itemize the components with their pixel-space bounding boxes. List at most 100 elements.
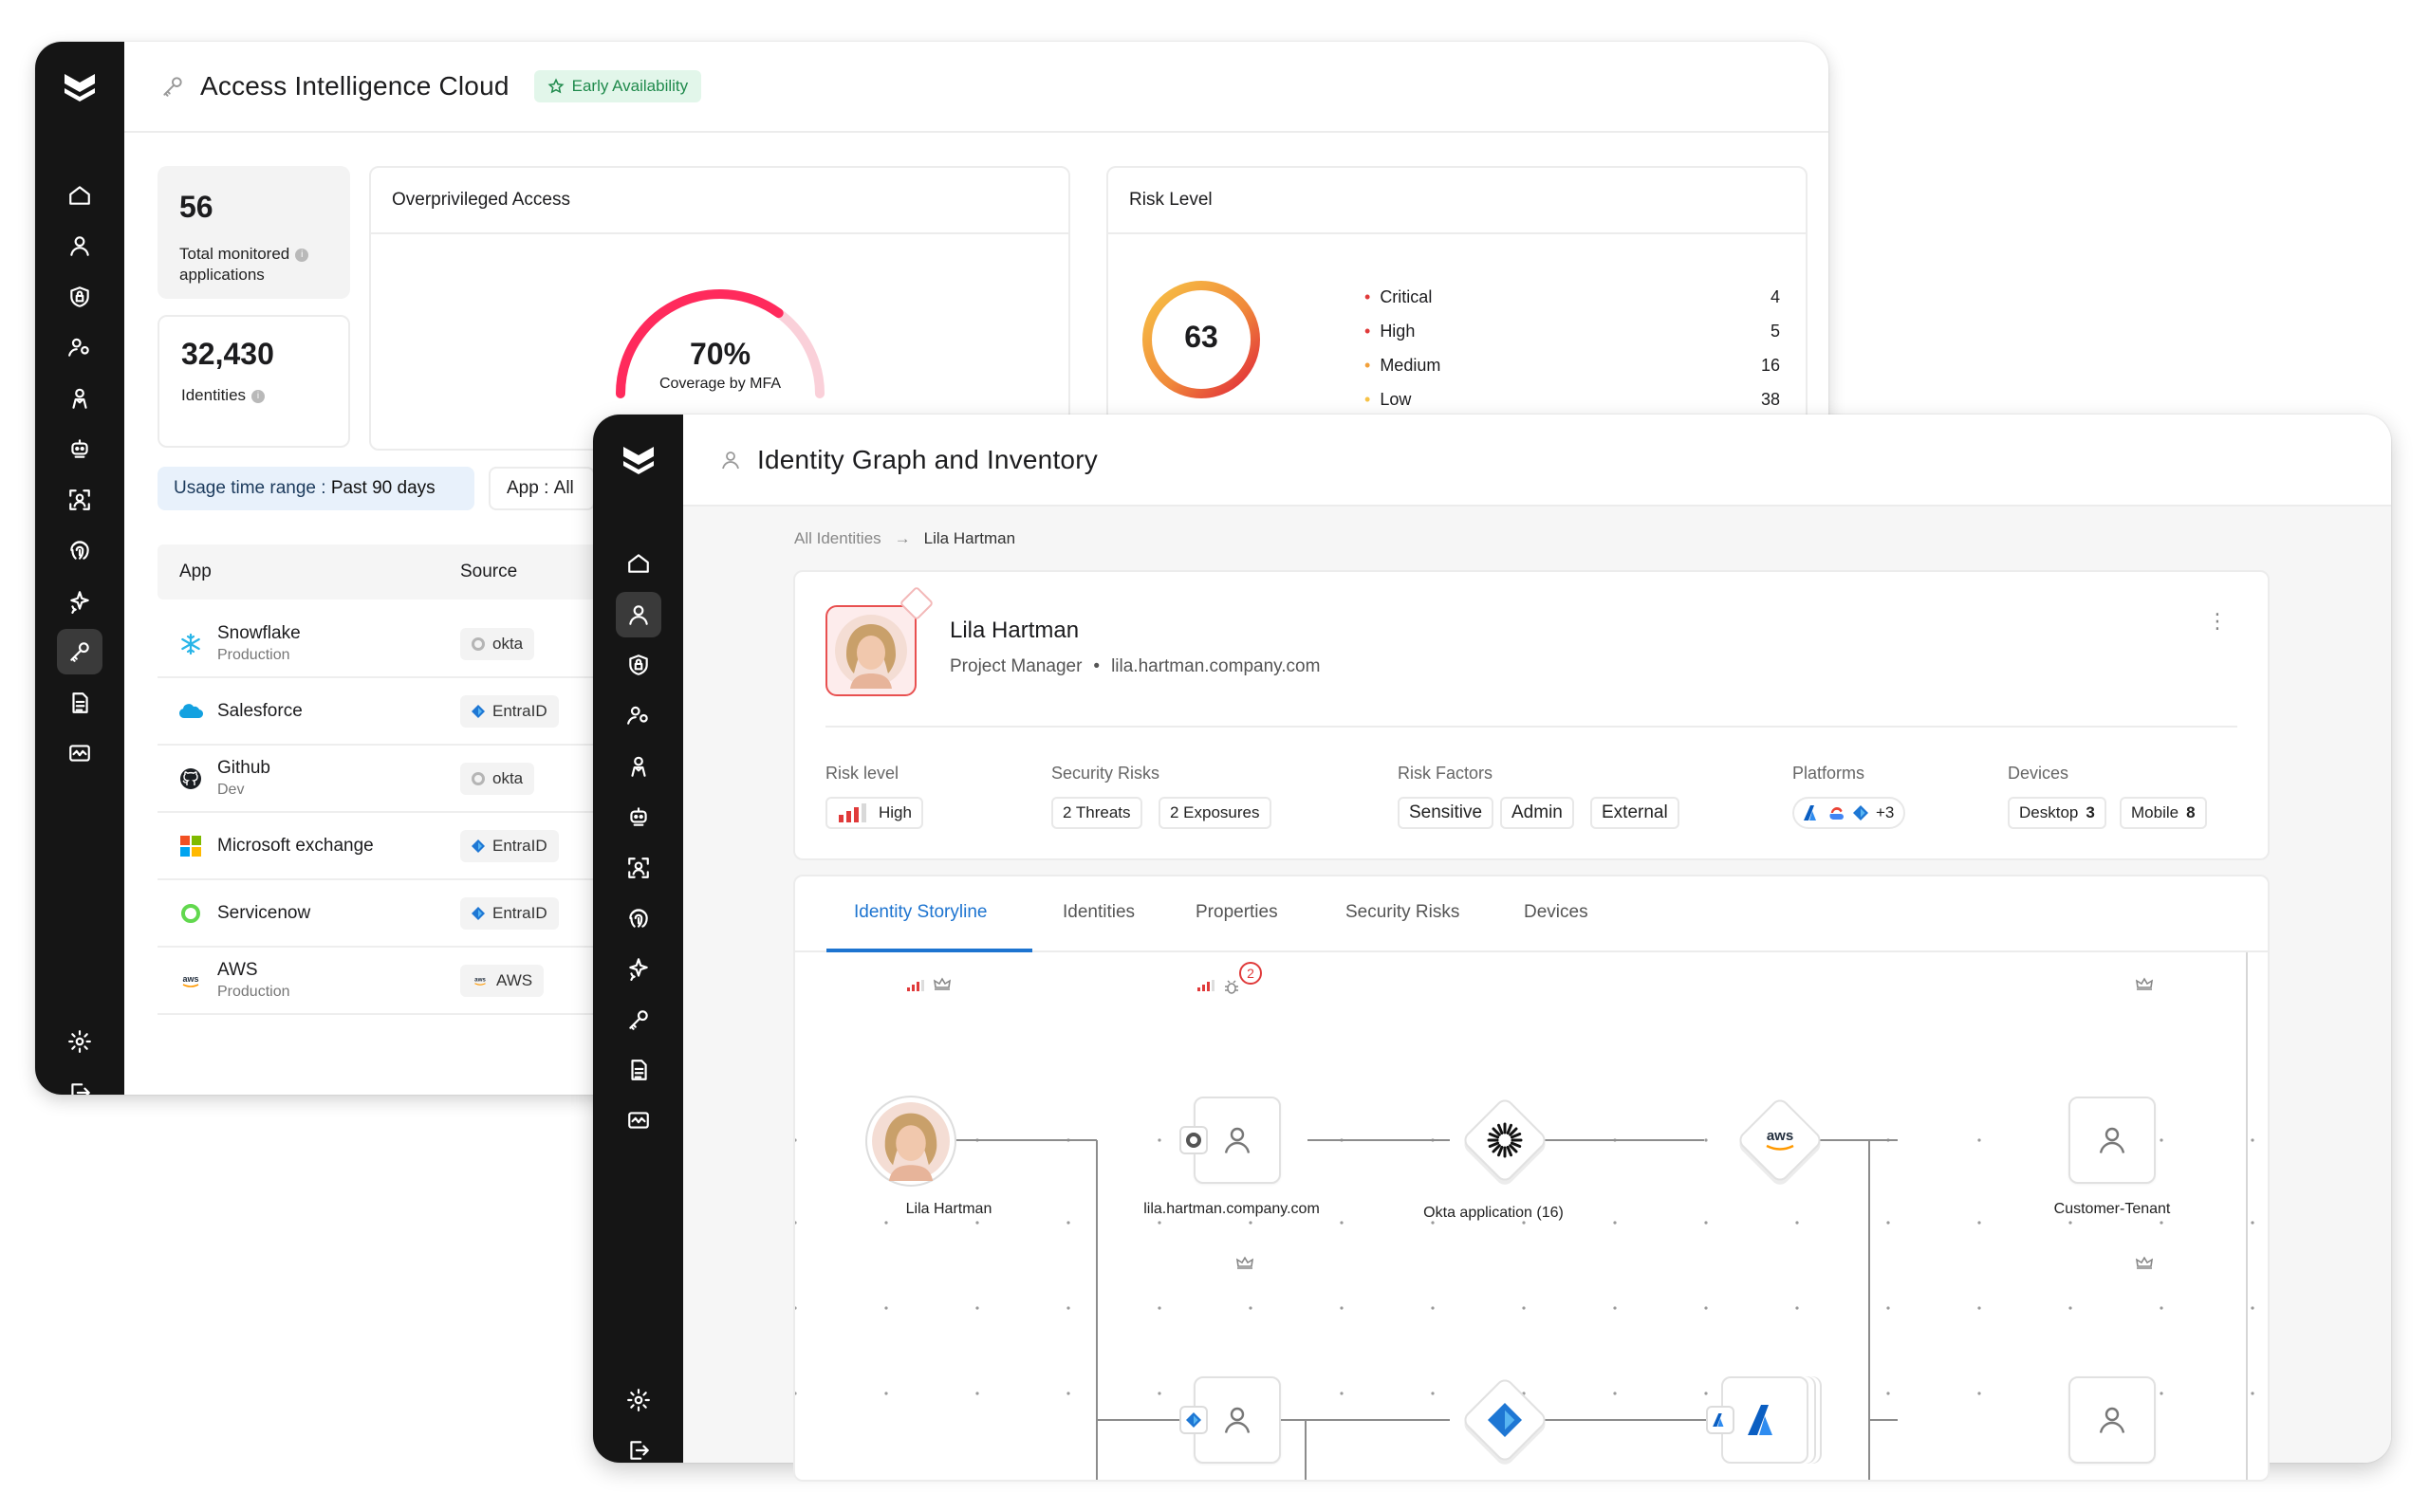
crown-icon <box>933 977 952 992</box>
source-badge: okta <box>460 627 535 660</box>
info-icon: i <box>295 248 309 262</box>
fingerprint-icon[interactable] <box>616 895 661 941</box>
table-row[interactable]: aws AWS Production aws AWS <box>158 948 660 1015</box>
graph-node-tenant-2[interactable] <box>2068 1376 2156 1464</box>
shield-icon[interactable] <box>57 274 102 320</box>
microsoft-icon <box>178 834 203 858</box>
shield-icon[interactable] <box>616 642 661 688</box>
gcp-icon <box>1829 807 1844 820</box>
breadcrumb-root[interactable]: All Identities <box>794 529 881 548</box>
azure-icon <box>1748 1405 1772 1435</box>
key-icon[interactable] <box>616 997 661 1042</box>
users-icon[interactable] <box>616 692 661 738</box>
risk-level-pill: High <box>825 797 923 829</box>
gear-icon[interactable] <box>616 1377 661 1423</box>
user-icon[interactable] <box>615 592 661 637</box>
tab-identities[interactable]: Identities <box>1063 902 1135 923</box>
mfa-caption: Coverage by MFA <box>658 376 782 392</box>
activity-icon[interactable] <box>616 1097 661 1143</box>
logo-icon <box>593 443 683 477</box>
table-row[interactable]: Github Dev okta <box>158 746 660 813</box>
stat-monitored-apps: 56 Total monitored i applications <box>158 166 350 299</box>
tab-identity-storyline[interactable]: Identity Storyline <box>854 902 987 923</box>
app-filter[interactable]: App : All <box>489 467 595 510</box>
sidebar <box>35 42 124 1095</box>
key-icon[interactable] <box>57 629 102 674</box>
status-badge: Early Availability <box>533 70 702 102</box>
storyline-card: Identity Storyline Identities Properties… <box>793 875 2270 1482</box>
table-row[interactable]: Microsoft exchange EntraID <box>158 813 660 880</box>
risk-row-medium: • Medium 16 <box>1364 355 1780 375</box>
okta-icon <box>472 636 485 651</box>
document-icon[interactable] <box>57 680 102 726</box>
signal-bars-icon <box>1196 980 1215 991</box>
logout-icon[interactable] <box>57 1070 102 1095</box>
person-icon[interactable] <box>616 744 661 789</box>
logout-icon[interactable] <box>616 1428 661 1463</box>
more-options-icon[interactable]: ⋮ <box>2207 611 2228 632</box>
svg-text:aws: aws <box>182 974 198 984</box>
entra-icon <box>472 906 485 920</box>
threats-pill[interactable]: 2 Threats <box>1051 797 1142 829</box>
time-range-filter[interactable]: Usage time range : Past 90 days <box>158 467 474 510</box>
crown-icon <box>1235 1256 1254 1271</box>
robot-icon[interactable] <box>616 794 661 839</box>
table-row[interactable]: Servicenow EntraID <box>158 880 660 948</box>
user-icon <box>719 449 742 471</box>
card-title: Overprivileged Access <box>371 168 1068 234</box>
sparkle-icon[interactable] <box>57 579 102 624</box>
user-icon[interactable] <box>57 223 102 268</box>
salesforce-icon <box>178 699 203 724</box>
identity-role: Project Manager <box>950 656 1083 676</box>
table-header: App Source <box>158 544 660 599</box>
activity-icon[interactable] <box>57 730 102 776</box>
exposures-pill[interactable]: 2 Exposures <box>1159 797 1271 829</box>
table-row[interactable]: Salesforce EntraID <box>158 678 660 746</box>
entra-icon <box>472 839 485 853</box>
azure-icon <box>1706 1406 1734 1434</box>
svg-text:aws: aws <box>474 976 486 983</box>
document-icon[interactable] <box>616 1047 661 1093</box>
okta-icon <box>472 771 485 785</box>
risk-factor-admin: Admin <box>1500 797 1574 829</box>
avatar <box>825 605 917 696</box>
fingerprint-icon[interactable] <box>57 527 102 573</box>
sparkle-icon[interactable] <box>616 946 661 991</box>
graph-node-customer-tenant[interactable] <box>2068 1097 2156 1184</box>
robot-icon[interactable] <box>57 426 102 471</box>
source-badge: EntraID <box>460 896 559 930</box>
breadcrumb: All Identities → Lila Hartman <box>794 529 1015 548</box>
risk-legend: • Critical 4 • High 5 • Medium 16 • Low 38 <box>1364 280 1780 416</box>
tab-security-risks[interactable]: Security Risks <box>1345 902 1459 923</box>
mfa-value: 70% <box>689 337 751 371</box>
okta-icon <box>1179 1126 1208 1154</box>
grid-dots <box>795 1138 2254 1395</box>
home-icon[interactable] <box>616 541 661 586</box>
page-header: Access Intelligence Cloud Early Availabi… <box>124 42 1828 133</box>
aws-icon: aws <box>1747 1107 1813 1173</box>
users-icon[interactable] <box>57 324 102 370</box>
entra-icon <box>1179 1406 1208 1434</box>
graph-node-lila[interactable] <box>865 1096 956 1187</box>
breadcrumb-current: Lila Hartman <box>923 529 1016 547</box>
scan-user-icon[interactable] <box>616 845 661 891</box>
tab-properties[interactable]: Properties <box>1196 902 1278 923</box>
stat-identities: 32,430 Identities i <box>158 315 350 448</box>
risk-level-card: Risk Level 63 • Critical 4 • High 5 • Medium 1… <box>1106 166 1808 451</box>
aws-icon: aws <box>178 968 203 993</box>
arrow-right-icon: → <box>894 529 911 547</box>
crown-icon <box>2135 1256 2154 1271</box>
bug-icon <box>1223 979 1240 996</box>
scan-user-icon[interactable] <box>57 477 102 523</box>
risk-factor-external: External <box>1590 797 1679 829</box>
home-icon[interactable] <box>57 173 102 218</box>
person-icon[interactable] <box>57 376 102 421</box>
entra-icon <box>472 704 485 718</box>
platforms-pill[interactable]: +3 <box>1792 797 1906 829</box>
mobile-devices-pill[interactable]: Mobile 8 <box>2120 797 2207 829</box>
gear-icon[interactable] <box>57 1019 102 1064</box>
user-icon <box>1224 1127 1251 1153</box>
tab-devices[interactable]: Devices <box>1524 902 1588 923</box>
table-row[interactable]: Snowflake Production okta <box>158 611 660 678</box>
desktop-devices-pill[interactable]: Desktop 3 <box>2008 797 2106 829</box>
